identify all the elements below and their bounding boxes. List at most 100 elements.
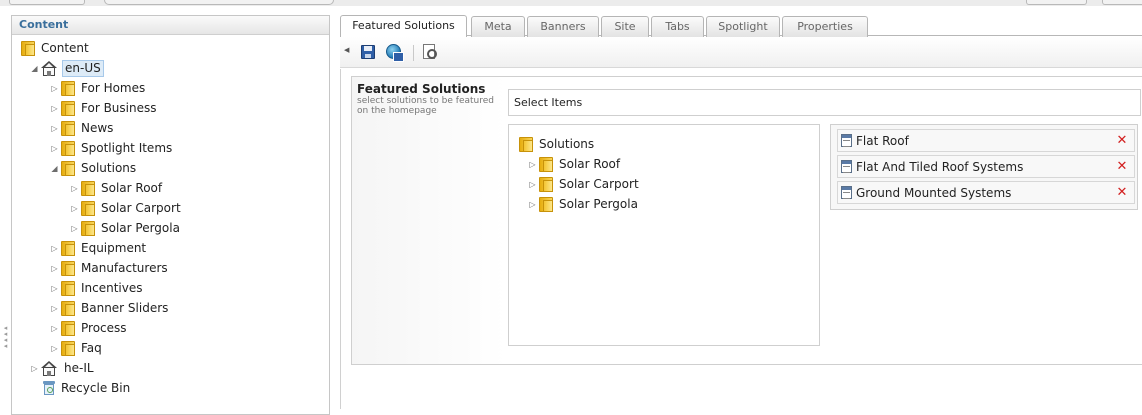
folder-icon (61, 120, 75, 136)
expand-arrow-icon[interactable]: ▷ (48, 338, 61, 358)
selected-item[interactable]: Flat And Tiled Roof Systems ✕ (837, 155, 1135, 178)
tree-node-label: Process (81, 320, 127, 335)
tab-meta[interactable]: Meta (471, 16, 525, 37)
expand-arrow-icon[interactable]: ▷ (48, 278, 61, 298)
tree-node-label: Manufacturers (81, 260, 168, 275)
selected-item-label: Flat And Tiled Roof Systems (856, 159, 1024, 174)
selected-item-label: Ground Mounted Systems (856, 185, 1012, 200)
remove-icon[interactable]: ✕ (1110, 185, 1134, 200)
toolbar-collapse-arrow-icon[interactable]: ◀ (344, 46, 349, 54)
tree-node-he-il[interactable]: ▷ he-IL (28, 358, 96, 378)
tree-node-solar-pergola[interactable]: ▷ Solar Pergola (68, 218, 182, 238)
folder-icon (21, 40, 35, 56)
source-tree-node-label: Solar Carport (559, 176, 639, 191)
expand-arrow-icon[interactable]: ▷ (48, 298, 61, 318)
top-button-right-2[interactable] (1102, 0, 1142, 5)
expand-arrow-icon[interactable]: ▷ (68, 218, 81, 238)
tree-node-label: Banner Sliders (81, 300, 169, 315)
document-icon (841, 134, 852, 147)
folder-icon (519, 136, 533, 152)
top-button-left[interactable] (9, 0, 85, 5)
tree-node-manufacturers[interactable]: ▷ Manufacturers (48, 258, 170, 278)
panel-splitter-handle[interactable]: ◂ ◂ ◂ ◂ (3, 325, 8, 351)
tree-node-incentives[interactable]: ▷ Incentives (48, 278, 145, 298)
expand-arrow-icon[interactable]: ▷ (48, 318, 61, 338)
top-button-right-1[interactable] (1026, 0, 1087, 5)
selected-item[interactable]: Ground Mounted Systems ✕ (837, 181, 1135, 204)
tree-node-recycle-bin[interactable]: Recycle Bin (28, 378, 132, 398)
folder-icon (61, 280, 75, 296)
house-icon (41, 60, 58, 76)
source-tree-node-solar-roof[interactable]: ▷ Solar Roof (526, 154, 622, 174)
tree-node-label: Solar Pergola (101, 220, 180, 235)
tree-node-banner-sliders[interactable]: ▷ Banner Sliders (48, 298, 170, 318)
folder-icon (61, 160, 75, 176)
tab-site[interactable]: Site (601, 16, 649, 37)
expand-arrow-icon[interactable]: ▷ (48, 78, 61, 98)
tree-node-for-homes[interactable]: ▷ For Homes (48, 78, 147, 98)
preview-button[interactable] (421, 44, 439, 61)
tree-node-en-us[interactable]: ◢ en-US (28, 58, 104, 78)
expand-arrow-icon[interactable]: ▷ (48, 258, 61, 278)
tree-node-process[interactable]: ▷ Process (48, 318, 129, 338)
expand-arrow-icon[interactable]: ▷ (28, 358, 41, 378)
tab-tabs[interactable]: Tabs (651, 16, 704, 37)
tree-node-label: Content (41, 40, 89, 55)
tree-node-label: Solar Roof (101, 180, 163, 195)
source-tree-node-solar-pergola[interactable]: ▷ Solar Pergola (526, 194, 640, 214)
tree-node-label: Incentives (81, 280, 143, 295)
expand-arrow-icon[interactable]: ▷ (48, 138, 61, 158)
tree-node-solar-carport[interactable]: ▷ Solar Carport (68, 198, 183, 218)
folder-icon (539, 176, 553, 192)
folder-icon (61, 320, 75, 336)
save-and-publish-button[interactable] (385, 44, 404, 62)
tree-node-for-business[interactable]: ▷ For Business (48, 98, 158, 118)
tree-node-label: Equipment (81, 240, 147, 255)
folder-icon (61, 140, 75, 156)
tree-node-solar-roof[interactable]: ▷ Solar Roof (68, 178, 164, 198)
tree-node-label: Recycle Bin (61, 380, 131, 395)
tab-properties[interactable]: Properties (782, 16, 868, 37)
tab-banners[interactable]: Banners (527, 16, 599, 37)
expand-arrow-icon[interactable]: ▷ (48, 118, 61, 138)
remove-icon[interactable]: ✕ (1110, 159, 1134, 174)
tree-node-news[interactable]: ▷ News (48, 118, 115, 138)
collapse-arrow-icon[interactable]: ◢ (48, 158, 61, 178)
tree-node-label: News (81, 120, 114, 135)
folder-icon (61, 340, 75, 356)
expand-arrow-icon[interactable]: ▷ (68, 178, 81, 198)
tree-node-label: he-IL (64, 360, 94, 375)
save-button[interactable] (359, 44, 377, 61)
field-label-column (352, 77, 506, 364)
tree-node-solutions[interactable]: ◢ Solutions (48, 158, 138, 178)
tree-node-label: Solar Carport (101, 200, 181, 215)
source-tree-node-solutions[interactable]: Solutions (506, 134, 596, 154)
expand-arrow-icon[interactable]: ▷ (48, 98, 61, 118)
expand-arrow-icon[interactable]: ▷ (48, 238, 61, 258)
tree-node-faq[interactable]: ▷ Faq (48, 338, 104, 358)
toolbar-separator (413, 45, 414, 61)
tree-node-content[interactable]: Content (8, 38, 91, 58)
source-tree-node-label: Solar Pergola (559, 196, 638, 211)
folder-icon (539, 196, 553, 212)
folder-icon (81, 220, 95, 236)
tree-node-spotlight-items[interactable]: ▷ Spotlight Items (48, 138, 174, 158)
collapse-arrow-icon[interactable]: ◢ (28, 58, 41, 78)
field-title: Featured Solutions (357, 82, 486, 96)
selected-item[interactable]: Flat Roof ✕ (837, 129, 1135, 152)
remove-icon[interactable]: ✕ (1110, 133, 1134, 148)
expand-arrow-icon[interactable]: ▷ (526, 194, 539, 214)
expand-arrow-icon[interactable]: ▷ (68, 198, 81, 218)
select-items-header: Select Items (508, 89, 1141, 116)
top-search-box[interactable] (104, 0, 334, 5)
source-tree-node-solar-carport[interactable]: ▷ Solar Carport (526, 174, 641, 194)
expand-arrow-icon[interactable]: ▷ (526, 154, 539, 174)
tab-spotlight[interactable]: Spotlight (706, 16, 780, 37)
editor-tab-bar: Featured Solutions Meta Banners Site Tab… (340, 15, 1142, 37)
folder-icon (539, 156, 553, 172)
save-icon (361, 45, 375, 59)
folder-icon (61, 80, 75, 96)
tree-node-equipment[interactable]: ▷ Equipment (48, 238, 148, 258)
expand-arrow-icon[interactable]: ▷ (526, 174, 539, 194)
tab-featured-solutions[interactable]: Featured Solutions (340, 15, 467, 37)
